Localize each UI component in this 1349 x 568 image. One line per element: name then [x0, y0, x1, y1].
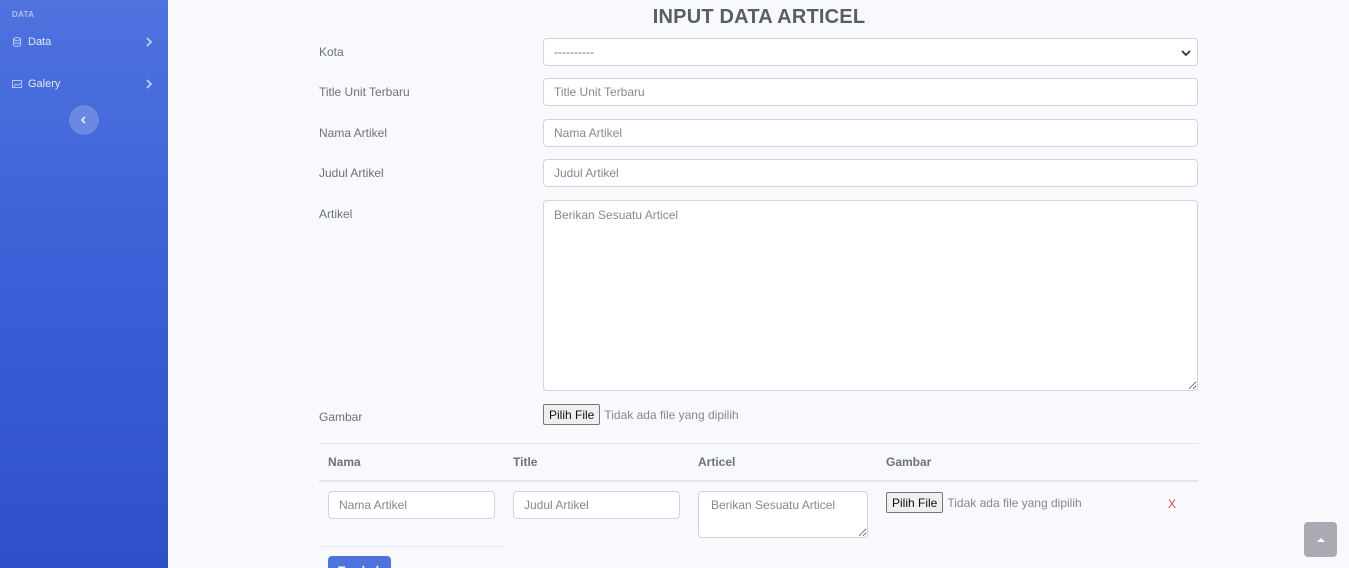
chevron-right-icon — [144, 36, 154, 48]
page-title: INPUT DATA ARTICEL — [652, 6, 866, 28]
row-articel-textarea[interactable] — [698, 491, 868, 538]
sidebar-heading: DATA — [12, 10, 35, 19]
sidebar-item-data[interactable]: Data — [0, 30, 168, 54]
artikel-textarea[interactable] — [543, 200, 1198, 391]
table-header-border — [319, 480, 1198, 482]
file-status: Tidak ada file yang dipilih — [604, 407, 739, 422]
row-title-input[interactable] — [513, 491, 680, 519]
chevron-left-icon — [80, 116, 86, 124]
artikel-label: Artikel — [319, 207, 353, 221]
file-status: Tidak ada file yang dipilih — [947, 495, 1082, 510]
choose-file-button[interactable]: Pilih File — [886, 492, 944, 513]
sidebar-toggle-button[interactable] — [69, 105, 99, 135]
row-nama-input[interactable] — [328, 491, 495, 519]
gambar-file-input[interactable]: Pilih File Tidak ada file yang dipilih — [543, 404, 739, 425]
judul-artikel-label: Judul Artikel — [319, 166, 384, 180]
sidebar-item-galery[interactable]: Galery — [0, 72, 168, 96]
table-header-nama: Nama — [328, 455, 361, 469]
add-row-button[interactable]: Tambah — [328, 556, 391, 568]
nama-artikel-label: Nama Artikel — [319, 126, 388, 140]
nama-artikel-input[interactable] — [543, 119, 1198, 147]
sidebar-item-label: Data — [28, 36, 52, 48]
scroll-to-top-button[interactable] — [1304, 522, 1337, 557]
chevron-right-icon — [144, 78, 154, 90]
database-icon — [12, 37, 22, 47]
sidebar-item-label: Galery — [28, 78, 61, 90]
judul-artikel-input[interactable] — [543, 159, 1198, 187]
image-icon — [12, 79, 22, 89]
table-header-gambar: Gambar — [886, 455, 932, 469]
caret-up-icon — [1316, 537, 1325, 542]
row-gambar-file-input[interactable]: Pilih File Tidak ada file yang dipilih — [886, 492, 1082, 513]
title-unit-input[interactable] — [543, 78, 1198, 106]
gambar-label: Gambar — [319, 410, 363, 424]
kota-label: Kota — [319, 45, 344, 59]
table-header-title: Title — [513, 455, 538, 469]
table-bottom-border — [319, 546, 504, 547]
choose-file-button[interactable]: Pilih File — [543, 404, 601, 425]
sidebar: DATA Data Galery — [0, 0, 168, 568]
table-top-border — [319, 443, 1198, 444]
remove-row-button[interactable]: X — [1168, 497, 1176, 511]
table-header-articel: Articel — [698, 455, 736, 469]
kota-select[interactable]: ---------- — [543, 38, 1198, 66]
title-unit-label: Title Unit Terbaru — [319, 85, 410, 99]
